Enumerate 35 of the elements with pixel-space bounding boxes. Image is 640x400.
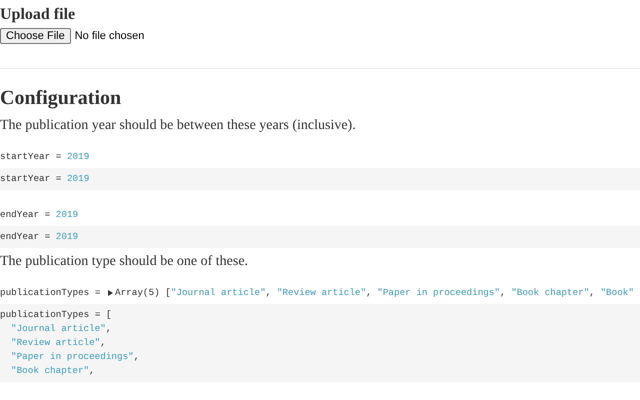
string-value: "Book"	[600, 286, 634, 300]
number-value: 2019	[66, 150, 90, 164]
separator: ,	[589, 286, 596, 300]
separator: ,	[106, 322, 112, 336]
choose-file-button[interactable]: Choose File	[0, 28, 71, 44]
separator: ,	[500, 286, 507, 300]
string-value: "Journal article"	[170, 286, 266, 300]
variable-name: startYear =	[0, 150, 62, 164]
file-status: No file chosen	[74, 30, 144, 42]
separator: ,	[266, 286, 272, 300]
string-value: "Book chapter"	[511, 286, 590, 300]
number-value: 2019	[66, 172, 90, 186]
expand-triangle-icon[interactable]	[107, 290, 114, 296]
separator: ,	[89, 364, 95, 378]
separator: ,	[100, 336, 106, 350]
separator: ,	[134, 350, 140, 364]
string-value: "Book chapter"	[11, 364, 90, 378]
separator: ,	[366, 286, 373, 300]
section-heading: Upload file	[0, 6, 76, 24]
string-value: "Paper in proceedings"	[11, 350, 134, 364]
paragraph: The publication type should be one of these.	[0, 254, 248, 270]
number-value: 2019	[56, 230, 78, 244]
string-value: "Journal article"	[11, 322, 106, 336]
number-value: 2019	[56, 208, 78, 222]
array-summary: Array(5) [	[115, 286, 171, 300]
string-value: "Review article"	[276, 286, 366, 300]
variable-name: endYear =	[0, 208, 52, 222]
variable-name: startYear =	[0, 172, 62, 186]
section-heading: Configuration	[0, 87, 122, 110]
paragraph: The publication year should be between these years (inclusive).	[0, 118, 356, 134]
string-value: "Paper in proceedings"	[377, 286, 500, 300]
variable-name: endYear =	[0, 230, 52, 244]
variable-name: publicationTypes =	[0, 286, 102, 300]
variable-name: publicationTypes = [	[0, 308, 112, 322]
string-value: "Review article"	[11, 336, 100, 350]
